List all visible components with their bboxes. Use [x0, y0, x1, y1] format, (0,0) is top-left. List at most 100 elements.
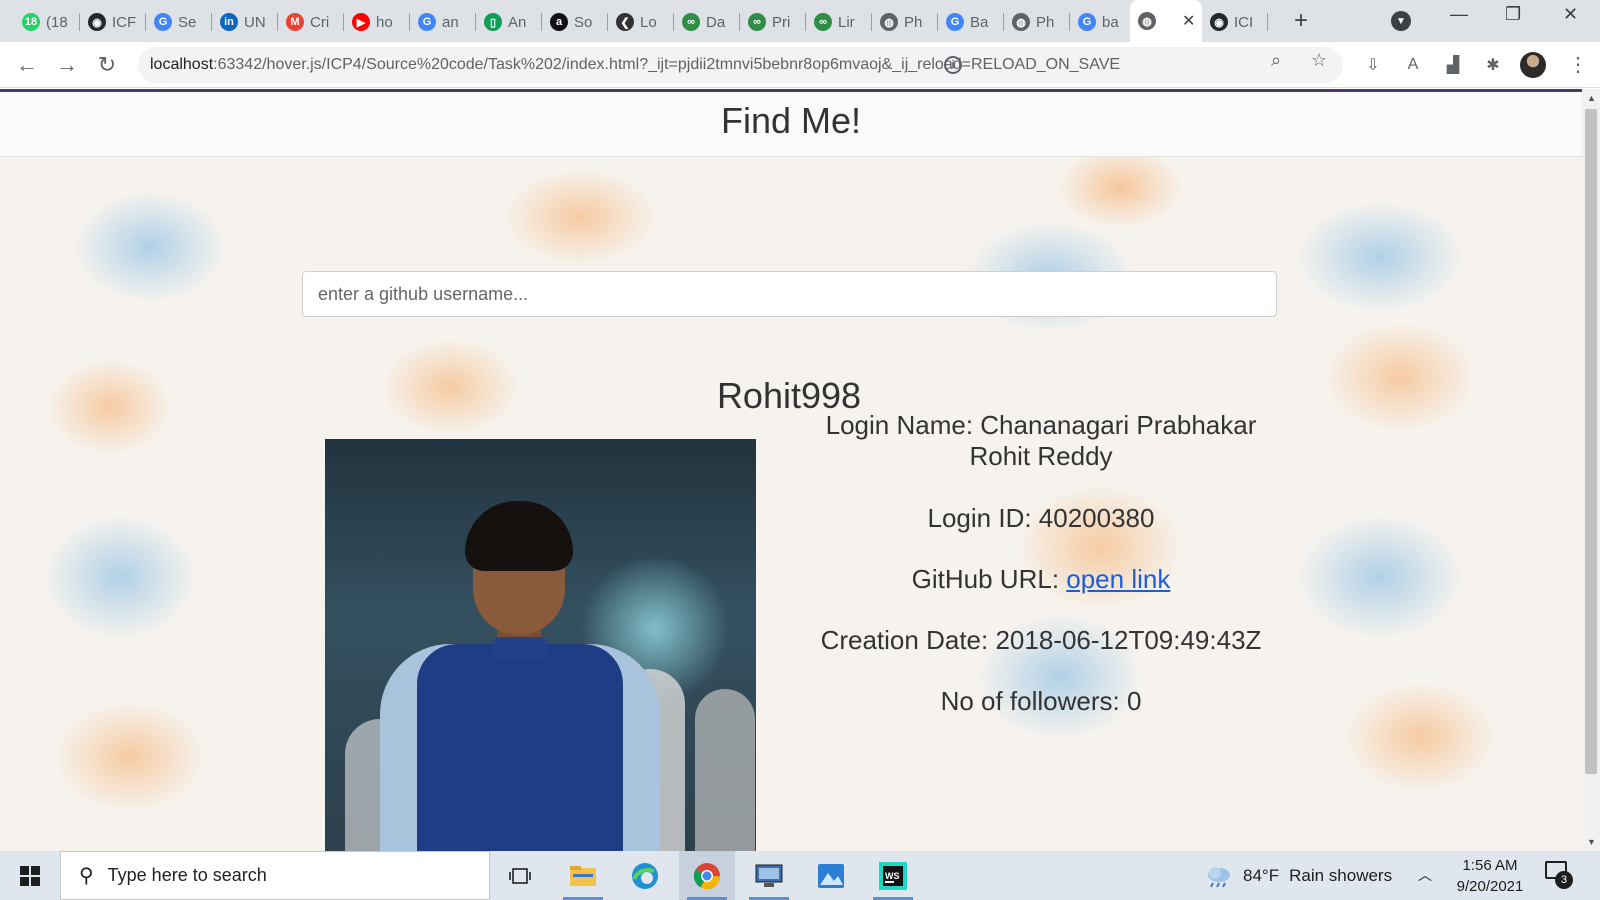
- webstorm-icon[interactable]: WS: [865, 851, 921, 900]
- browser-tab[interactable]: ∞ Pri: [740, 7, 806, 37]
- menu-dots-icon[interactable]: ⋮: [1568, 52, 1588, 77]
- file-explorer-icon[interactable]: [555, 851, 611, 900]
- remote-desktop-icon[interactable]: [741, 851, 797, 900]
- weather-desc: Rain showers: [1289, 865, 1393, 885]
- address-url[interactable]: localhost:63342/hover.js/ICP4/Source%20c…: [150, 56, 1120, 74]
- windows-logo-icon: [20, 865, 40, 886]
- taskbar-search-box[interactable]: ⚲ Type here to search: [60, 851, 490, 900]
- reload-icon[interactable]: ↻: [93, 52, 121, 78]
- creation-date-value: 2018-06-12T09:49:43Z: [995, 625, 1262, 655]
- browser-tab[interactable]: ❮ Lo: [608, 7, 674, 37]
- followers-label: No of followers:: [940, 686, 1127, 716]
- extension-chart-icon[interactable]: ▟: [1442, 54, 1464, 76]
- svg-text:WS: WS: [885, 871, 900, 881]
- forward-icon[interactable]: →: [53, 52, 81, 78]
- address-bar[interactable]: i localhost:63342/hover.js/ICP4/Source%2…: [138, 47, 1343, 83]
- taskbar-clock[interactable]: 1:56 AM 9/20/2021: [1450, 855, 1530, 897]
- followers-row: No of followers: 0: [806, 686, 1276, 717]
- page-scrollbar[interactable]: ▲ ▼: [1582, 89, 1600, 851]
- photo-background-person: [695, 689, 755, 851]
- login-name-row: Login Name: Chananagari Prabhakar Rohit …: [806, 410, 1276, 472]
- login-id-value: 40200380: [1038, 503, 1155, 533]
- clock-date: 9/20/2021: [1456, 878, 1524, 895]
- youtube-icon: ▶: [352, 13, 370, 31]
- restore-button[interactable]: ❐: [1505, 4, 1521, 25]
- windows-taskbar: ⚲ Type here to search WS 84°F Rain showe…: [0, 851, 1600, 900]
- google-icon: G: [1078, 13, 1096, 31]
- browser-tab[interactable]: 18 (18: [14, 7, 80, 37]
- browser-tab[interactable]: ◉ ICI: [1202, 7, 1268, 37]
- clock-time: 1:56 AM: [1462, 857, 1518, 874]
- profile-avatar[interactable]: [1520, 52, 1546, 78]
- browser-tab[interactable]: G Se: [146, 7, 212, 37]
- browser-tab[interactable]: ◍ ✕: [1130, 0, 1202, 42]
- followers-value: 0: [1126, 686, 1142, 716]
- browser-tab-label: Ph: [1036, 13, 1055, 31]
- browser-tab-label: Ph: [904, 13, 923, 31]
- extension-download-icon[interactable]: ⇩: [1362, 54, 1384, 76]
- browser-tab[interactable]: ▯ An: [476, 7, 542, 37]
- photos-app-icon[interactable]: [803, 851, 859, 900]
- scroll-down-icon[interactable]: ▼: [1587, 837, 1596, 847]
- github-url-row: GitHub URL: open link: [806, 564, 1276, 595]
- gfg-icon: ∞: [748, 13, 766, 31]
- browser-tab[interactable]: Gan: [410, 7, 476, 37]
- github-open-link[interactable]: open link: [1066, 564, 1170, 594]
- browser-tab[interactable]: ∞ Da: [674, 7, 740, 37]
- browser-tab-label: Da: [706, 13, 726, 31]
- minimize-button[interactable]: —: [1450, 4, 1468, 25]
- chevron-up-icon[interactable]: ︿: [1418, 865, 1432, 885]
- new-tab-button[interactable]: +: [1294, 7, 1308, 35]
- browser-toolbar: ← → ↻ i localhost:63342/hover.js/ICP4/So…: [0, 42, 1600, 88]
- browser-tab[interactable]: ∞ Lir: [806, 7, 872, 37]
- gmail-icon: M: [286, 13, 304, 31]
- tab-search-icon[interactable]: ▼: [1391, 11, 1411, 31]
- notification-center-icon[interactable]: 3: [1545, 861, 1573, 889]
- github-username-search-input[interactable]: [302, 271, 1277, 317]
- google-icon: G: [946, 13, 964, 31]
- browser-tab[interactable]: ◉ ICF: [80, 7, 146, 37]
- photo-vest: [417, 644, 623, 851]
- browser-tab[interactable]: G Ba: [938, 7, 1004, 37]
- weather-widget[interactable]: 84°F Rain showers: [1205, 851, 1392, 900]
- watercolor-background: Rohit998 Login Name: Chananagari Prabhak…: [0, 157, 1582, 851]
- browser-tab-label: UN: [244, 13, 266, 31]
- browser-tab[interactable]: ◍ Ph: [1004, 7, 1070, 37]
- browser-tab[interactable]: ▶ ho: [344, 7, 410, 37]
- chrome-browser-icon[interactable]: [679, 851, 735, 900]
- browser-tab[interactable]: Gba: [1070, 7, 1136, 37]
- gfg-icon: ∞: [814, 13, 832, 31]
- page-title: Find Me!: [720, 100, 862, 141]
- gfg-icon: ∞: [682, 13, 700, 31]
- photo-hair: [465, 501, 573, 571]
- browser-tab-strip: + ▼ — ❐ ✕ 18 (18 ◉ ICF G Se in UN M Cri ▶ ho Gan ▯ An a…: [0, 0, 1600, 42]
- scrollbar-thumb[interactable]: [1585, 109, 1597, 774]
- photo-collar: [493, 637, 547, 659]
- browser-tab[interactable]: a So: [542, 7, 608, 37]
- edge-browser-icon[interactable]: [617, 851, 673, 900]
- task-view-icon[interactable]: [492, 851, 548, 900]
- browser-tab-label: ICF: [112, 13, 137, 31]
- amazon-icon: a: [550, 13, 568, 31]
- login-id-label: Login ID:: [927, 503, 1039, 533]
- bookmark-star-icon[interactable]: ☆: [1311, 50, 1327, 71]
- browser-tab-label: ICI: [1234, 13, 1254, 31]
- site-info-icon[interactable]: i: [944, 56, 962, 74]
- back-icon[interactable]: ←: [13, 52, 41, 78]
- browser-tab[interactable]: ◍ Ph: [872, 7, 938, 37]
- browser-tab[interactable]: in UN: [212, 7, 278, 37]
- browser-tab-label: Lo: [640, 13, 657, 31]
- scroll-up-icon[interactable]: ▲: [1587, 93, 1596, 103]
- extensions-puzzle-icon[interactable]: ✱: [1482, 54, 1504, 76]
- zoom-icon[interactable]: ⌕: [1271, 50, 1281, 71]
- start-button[interactable]: [0, 851, 60, 900]
- browser-tab[interactable]: M Cri: [278, 7, 344, 37]
- close-tab-icon[interactable]: ✕: [1182, 11, 1195, 31]
- close-window-button[interactable]: ✕: [1563, 4, 1578, 25]
- linkedin-icon: in: [220, 13, 238, 31]
- browser-tab-label: So: [574, 13, 593, 31]
- page-header: Find Me!: [0, 89, 1582, 157]
- whatsapp-icon: 18: [22, 13, 40, 31]
- login-name-label: Login Name:: [825, 410, 981, 440]
- extension-a-icon[interactable]: A: [1402, 54, 1424, 76]
